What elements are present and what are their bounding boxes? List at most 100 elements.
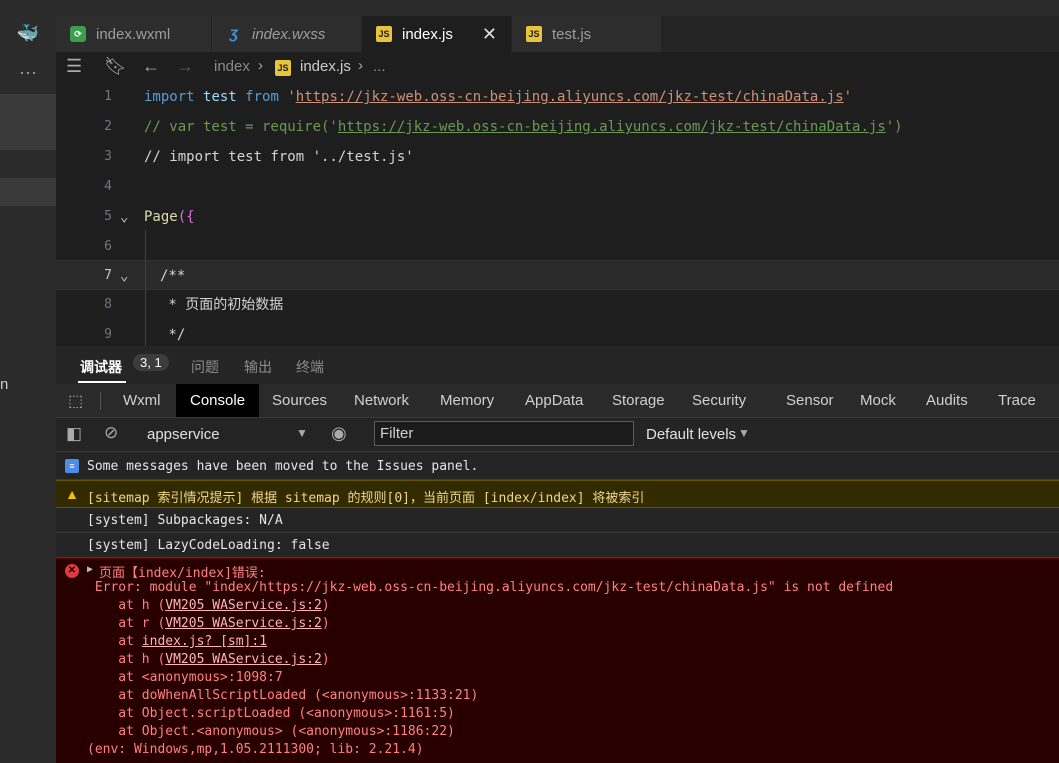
js-file-icon: JS xyxy=(376,26,392,42)
tab-output[interactable]: 输出 xyxy=(244,357,272,377)
breadcrumb: ☰ 🔖︎ ← → index › JS index.js › ... xyxy=(56,52,1059,82)
stack-frame: at h (VM205 WAService.js:2) xyxy=(87,652,330,667)
stack-link[interactable]: VM205 WAService.js:2 xyxy=(165,652,322,667)
tab-debugger[interactable]: 调试器 xyxy=(80,357,122,377)
line-number: 6 xyxy=(104,239,112,254)
indent-guide xyxy=(145,230,146,346)
stack-frame: at index.js? [sm]:1 xyxy=(87,634,268,649)
tab-index-wxss[interactable]: ʒ index.wxss xyxy=(212,16,362,52)
tab-storage[interactable]: Storage xyxy=(612,384,665,417)
console-message: [system] Subpackages: N/A xyxy=(56,508,1059,533)
warning-icon: ▲ xyxy=(65,486,79,502)
code-text: */ xyxy=(160,327,186,343)
sidebar-toggle-icon[interactable]: ◧ xyxy=(66,424,82,444)
chevron-down-icon[interactable]: ⌄ xyxy=(120,261,128,291)
tab-label: test.js xyxy=(552,25,592,43)
js-file-icon: JS xyxy=(526,26,542,42)
close-icon[interactable]: ✕ xyxy=(482,24,497,45)
console-message-warning: ▲ [sitemap 索引情况提示] 根据 sitemap 的规则[0]，当前页… xyxy=(56,480,1059,508)
line-number: 9 xyxy=(104,327,112,342)
devtools-tab-bar: ⬚ Wxml Console Sources Network Memory Ap… xyxy=(56,384,1059,418)
list-icon[interactable]: ☰ xyxy=(66,56,82,77)
dropdown-arrow-icon[interactable]: ▼ xyxy=(296,426,308,440)
breadcrumb-folder[interactable]: index xyxy=(214,58,250,75)
eye-icon[interactable]: ◉ xyxy=(331,423,347,444)
tab-memory[interactable]: Memory xyxy=(440,384,494,417)
stack-frame: at Object.<anonymous> (<anonymous>:1186:… xyxy=(87,724,455,739)
console-message: [system] LazyCodeLoading: false xyxy=(56,533,1059,558)
tab-index-wxml[interactable]: ⟳ index.wxml xyxy=(56,16,212,52)
tab-label: index.wxss xyxy=(252,25,326,43)
panel-header: 调试器 3, 1 问题 输出 终端 xyxy=(56,346,1059,384)
more-actions-icon[interactable]: ⋯ xyxy=(14,62,42,84)
tab-sensor[interactable]: Sensor xyxy=(786,384,834,417)
error-icon: ✕ xyxy=(65,564,79,578)
tab-trace[interactable]: Trace xyxy=(998,384,1036,417)
code-line: 6 xyxy=(56,232,1059,262)
tab-security[interactable]: Security xyxy=(692,384,746,417)
code-line-current: 7 ⌄ /** xyxy=(56,260,1059,290)
inspect-element-icon[interactable]: ⬚ xyxy=(68,391,86,410)
tab-label: index.js xyxy=(402,25,453,43)
menu-strip xyxy=(56,0,1059,16)
stack-link[interactable]: index.js? [sm]:1 xyxy=(142,634,267,649)
sidebar-selected-item[interactable] xyxy=(0,94,56,150)
filter-input[interactable] xyxy=(374,421,634,446)
code-line: 4 xyxy=(56,172,1059,202)
tab-mock[interactable]: Mock xyxy=(860,384,896,417)
code-editor[interactable]: 1 import test from 'https://jkz-web.oss-… xyxy=(56,82,1059,346)
sidebar-selected-item[interactable] xyxy=(0,178,56,206)
docker-whale-icon[interactable]: 🐳 xyxy=(14,22,42,44)
activity-bar: 🐳 ⋯ n xyxy=(0,0,56,763)
code-text: // import test from '../test.js' xyxy=(144,149,414,165)
stack-link[interactable]: VM205 WAService.js:2 xyxy=(165,616,322,631)
message-text: [sitemap 索引情况提示] 根据 sitemap 的规则[0]，当前页面 … xyxy=(87,491,645,506)
sidebar-text: n xyxy=(0,376,9,393)
line-number: 5 xyxy=(104,209,112,224)
stack-frame: at Object.scriptLoaded (<anonymous>:1161… xyxy=(87,706,455,721)
expand-triangle-icon[interactable]: ▶ xyxy=(87,564,93,575)
error-title: 页面【index/index]错误: xyxy=(99,566,266,581)
dropdown-arrow-icon[interactable]: ▼ xyxy=(738,426,750,440)
line-number: 2 xyxy=(104,119,112,134)
js-file-icon: JS xyxy=(275,60,291,76)
code-line: 3 // import test from '../test.js' xyxy=(56,142,1059,172)
breadcrumb-more[interactable]: ... xyxy=(373,58,386,75)
tab-audits[interactable]: Audits xyxy=(926,384,968,417)
line-number: 3 xyxy=(104,149,112,164)
divider xyxy=(100,392,101,410)
context-select[interactable]: appservice xyxy=(147,426,220,443)
tab-problems[interactable]: 问题 xyxy=(191,357,219,377)
line-number: 8 xyxy=(104,297,112,312)
error-message: Error: module "index/https://jkz-web.oss… xyxy=(87,580,894,595)
wxml-file-icon: ⟳ xyxy=(70,26,86,42)
tab-wxml[interactable]: Wxml xyxy=(123,384,161,417)
forward-arrow-icon[interactable]: → xyxy=(176,56,194,77)
css-file-icon: ʒ xyxy=(229,25,239,42)
code-line: 2 // var test = require('https://jkz-web… xyxy=(56,112,1059,142)
chevron-down-icon[interactable]: ⌄ xyxy=(120,202,128,232)
tab-test-js[interactable]: JS test.js xyxy=(512,16,662,52)
tab-terminal[interactable]: 终端 xyxy=(296,357,324,377)
message-text: [system] Subpackages: N/A xyxy=(87,513,283,528)
tab-sources[interactable]: Sources xyxy=(272,384,327,417)
tab-network[interactable]: Network xyxy=(354,384,409,417)
info-icon: ≡ xyxy=(65,459,79,473)
console-output[interactable]: ≡ Some messages have been moved to the I… xyxy=(56,452,1059,763)
code-line: 8 * 页面的初始数据 xyxy=(56,290,1059,320)
stack-frame: at <anonymous>:1098:7 xyxy=(87,670,283,685)
tab-console[interactable]: Console xyxy=(176,384,260,417)
bookmark-icon[interactable]: 🔖︎ xyxy=(104,56,127,77)
stack-link[interactable]: VM205 WAService.js:2 xyxy=(165,598,322,613)
tab-appdata[interactable]: AppData xyxy=(525,384,583,417)
tab-index-js[interactable]: JS index.js ✕ xyxy=(362,16,512,52)
stack-frame: at r (VM205 WAService.js:2) xyxy=(87,616,330,631)
breadcrumb-file[interactable]: index.js xyxy=(300,58,351,75)
console-message-error: ✕ ▶ 页面【index/index]错误: Error: module "in… xyxy=(56,558,1059,763)
clear-console-icon[interactable]: ⊘ xyxy=(104,423,118,443)
message-text: [system] LazyCodeLoading: false xyxy=(87,538,330,553)
code-line: 9 */ xyxy=(56,320,1059,346)
code-line: 1 import test from 'https://jkz-web.oss-… xyxy=(56,82,1059,112)
back-arrow-icon[interactable]: ← xyxy=(142,56,160,77)
log-levels-select[interactable]: Default levels xyxy=(646,426,736,443)
